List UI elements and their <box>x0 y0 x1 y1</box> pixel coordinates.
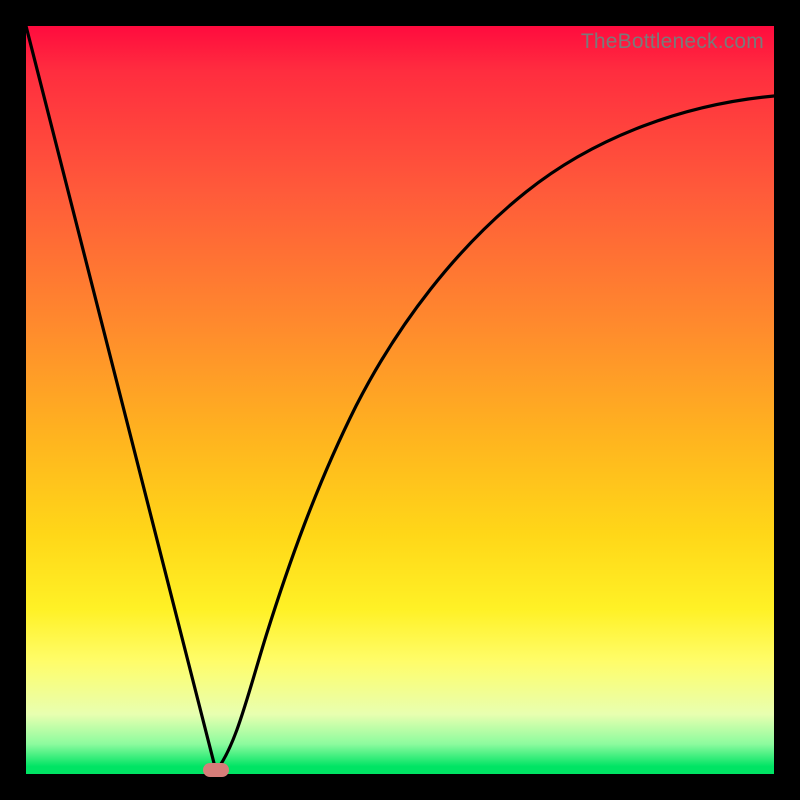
left-line-path <box>26 26 216 771</box>
right-curve-path <box>216 96 774 771</box>
curve-layer <box>26 26 774 774</box>
chart-frame: TheBottleneck.com <box>0 0 800 800</box>
plot-area: TheBottleneck.com <box>26 26 774 774</box>
minimum-marker <box>203 763 229 777</box>
